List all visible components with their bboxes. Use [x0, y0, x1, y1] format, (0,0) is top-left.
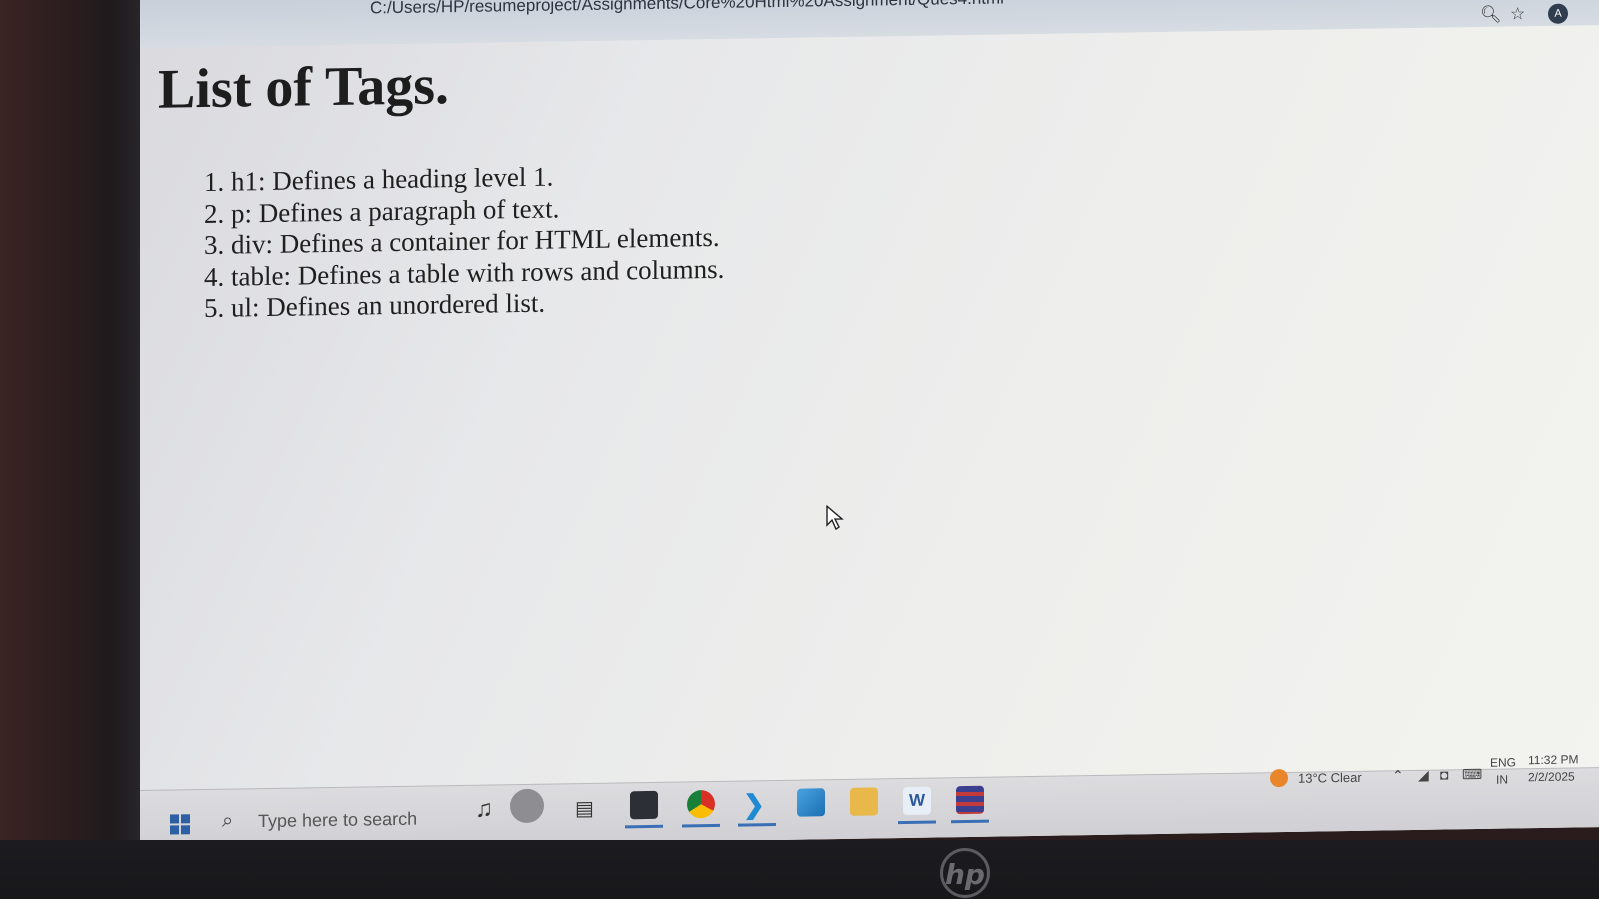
photos-app-icon[interactable] [797, 788, 825, 817]
zoom-icon[interactable]: 🔍︎ [1480, 5, 1502, 25]
cortana-character-icon[interactable] [510, 788, 544, 824]
keyboard-icon[interactable]: ⌨ [1462, 766, 1482, 783]
list-item-text: h1: Defines a heading level 1. [231, 161, 554, 197]
file-explorer-icon[interactable] [850, 787, 878, 816]
chrome-icon[interactable] [687, 789, 715, 819]
vscode-icon[interactable]: ❯ [743, 789, 771, 819]
music-notes-icon[interactable]: ♫ [475, 795, 503, 823]
url-text[interactable]: C:/Users/HP/resumeproject/Assignments/Co… [370, 0, 1004, 18]
terminal-app-icon[interactable] [630, 790, 658, 820]
mouse-pointer-icon [826, 504, 844, 531]
search-placeholder[interactable]: Type here to search [258, 809, 417, 832]
task-view-icon[interactable]: ▤ [575, 796, 603, 824]
monitor-bezel-bottom [0, 840, 1599, 899]
windows-start-icon[interactable] [170, 814, 190, 835]
weather-text[interactable]: 13°C Clear [1298, 770, 1362, 786]
monitor-screen: C:/Users/HP/resumeproject/Assignments/Co… [140, 0, 1599, 850]
list-item-text: table: Defines a table with rows and col… [231, 253, 725, 292]
word-icon[interactable]: W [903, 786, 931, 816]
bookmark-star-icon[interactable]: ☆ [1510, 4, 1525, 24]
taskbar-search[interactable]: ⌕ Type here to search [222, 804, 452, 838]
chevron-up-icon[interactable]: ⌃ [1392, 767, 1404, 784]
clock-date[interactable]: 2/2/2025 [1528, 769, 1575, 784]
browser-address-bar: C:/Users/HP/resumeproject/Assignments/Co… [140, 0, 1599, 48]
active-app-indicator [682, 823, 720, 828]
active-app-indicator [625, 824, 663, 829]
search-icon: ⌕ [222, 809, 234, 832]
page-title: List of Tags. [158, 54, 449, 121]
profile-avatar[interactable]: A [1548, 3, 1568, 24]
language-indicator[interactable]: ENG [1490, 755, 1516, 769]
active-app-indicator [738, 823, 776, 827]
active-app-indicator [898, 820, 936, 825]
list-item-text: ul: Defines an unordered list. [231, 287, 546, 323]
weather-icon[interactable] [1270, 768, 1288, 788]
region-indicator[interactable]: IN [1496, 773, 1508, 787]
volume-icon[interactable]: ◘ [1440, 766, 1448, 782]
taskbar: ⌕ Type here to search ♫ ▤ ❯ W 13°C Clear… [140, 752, 1599, 850]
network-icon[interactable]: ◢ [1418, 767, 1429, 784]
list-item-text: p: Defines a paragraph of text. [231, 192, 560, 229]
list-item: 5. ul: Defines an unordered list. [204, 287, 546, 323]
tag-list: 1. h1: Defines a heading level 1. 2. p: … [204, 159, 724, 325]
active-app-indicator [951, 819, 989, 824]
winrar-icon[interactable] [956, 785, 984, 815]
clock-time[interactable]: 11:32 PM [1528, 752, 1578, 767]
monitor-bezel-left [0, 0, 150, 899]
hp-logo: hp [940, 848, 990, 898]
